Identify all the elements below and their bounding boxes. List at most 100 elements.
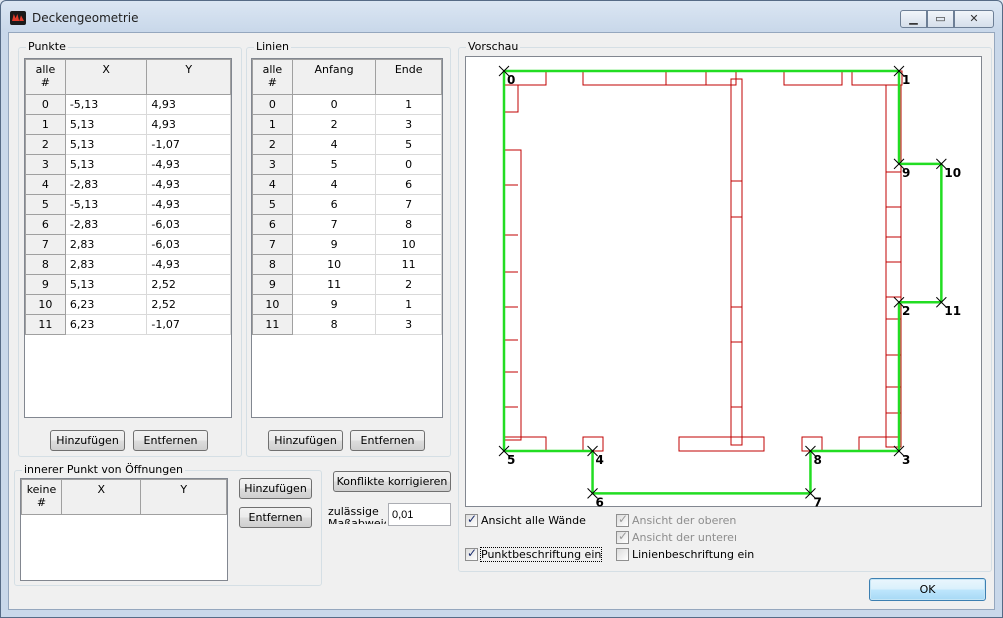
linien-cell[interactable]: 0 — [375, 154, 442, 175]
linien-cell[interactable]: 8 — [375, 214, 442, 235]
linien-row-header[interactable]: 7 — [252, 234, 293, 255]
punkte-col-header[interactable]: Y — [146, 59, 231, 95]
punkte-row[interactable]: 11 6,23 -1,07 — [25, 314, 231, 335]
punkte-cell[interactable]: -6,03 — [146, 234, 231, 255]
linien-cell[interactable]: 10 — [291, 254, 377, 275]
linien-row[interactable]: 8 10 11 — [252, 254, 442, 275]
punkte-row[interactable]: 3 5,13 -4,93 — [25, 154, 231, 175]
linien-row[interactable]: 245 — [252, 134, 442, 155]
punkte-cell[interactable]: -5,13 — [64, 94, 148, 115]
linien-col-header[interactable]: alle # — [252, 59, 293, 95]
linien-col-header[interactable]: Anfang — [291, 59, 377, 95]
linien-cell[interactable]: 4 — [291, 134, 377, 155]
obere-checkbox[interactable]: Ansicht der oberen ar — [616, 512, 736, 528]
punkte-cell[interactable]: 6,23 — [64, 314, 148, 335]
linien-row[interactable]: 7 9 10 — [252, 234, 442, 255]
punkte-cell[interactable]: -1,07 — [146, 134, 231, 155]
linien-cell[interactable]: 3 — [375, 114, 442, 135]
punkte-row-header[interactable]: 1 — [25, 114, 66, 135]
punkte-row-header[interactable]: 4 — [25, 174, 66, 195]
linien-cell[interactable]: 10 — [375, 234, 442, 255]
linien-cell[interactable]: 1 — [375, 294, 442, 315]
punkte-add-button[interactable]: Hinzufügen — [50, 430, 125, 451]
oeffnungen-remove-button[interactable]: Entfernen — [239, 507, 312, 528]
linien-row-header[interactable]: 6 — [252, 214, 293, 235]
linien-cell[interactable]: 9 — [291, 294, 377, 315]
punkte-cell[interactable]: 4,93 — [146, 114, 231, 135]
punkte-cell[interactable]: -4,93 — [146, 254, 231, 275]
linien-row-header[interactable]: 8 — [252, 254, 293, 275]
linien-cell[interactable]: 9 — [291, 234, 377, 255]
untere-checkbox[interactable]: Ansicht der unteren a — [616, 529, 736, 545]
linien-row[interactable]: 001 — [252, 94, 442, 115]
oeffnungen-col-header[interactable]: X — [60, 479, 142, 515]
punkte-row-header[interactable]: 5 — [25, 194, 66, 215]
tolerance-input[interactable] — [388, 503, 451, 526]
punkte-cell[interactable]: -2,83 — [64, 214, 148, 235]
punkte-cell[interactable]: -1,07 — [146, 314, 231, 335]
punkte-cell[interactable]: 2,83 — [64, 254, 148, 275]
oeffnungen-grid[interactable]: keine # X Y — [20, 478, 228, 581]
punkte-row[interactable]: 4 -2,83 -4,93 — [25, 174, 231, 195]
linien-row-header[interactable]: 11 — [252, 314, 293, 335]
preview-canvas[interactable]: 0 1 2 3 4 5 6 7 8 9 10 11 — [465, 56, 982, 509]
linien-add-button[interactable]: Hinzufügen — [268, 430, 343, 451]
linien-grid[interactable]: alle # Anfang Ende 0011232453504465676787… — [251, 58, 443, 418]
linien-cell[interactable]: 6 — [291, 194, 377, 215]
linien-row[interactable]: 446 — [252, 174, 442, 195]
punkte-row-header[interactable]: 2 — [25, 134, 66, 155]
punkte-row[interactable]: 8 2,83 -4,93 — [25, 254, 231, 275]
linien-cell[interactable]: 2 — [375, 274, 442, 295]
punkte-remove-button[interactable]: Entfernen — [133, 430, 208, 451]
linien-cell[interactable]: 3 — [375, 314, 442, 335]
linien-row-header[interactable]: 3 — [252, 154, 293, 175]
punkte-cell[interactable]: 2,52 — [146, 274, 231, 295]
punkte-col-header[interactable]: alle # — [25, 59, 66, 95]
punkte-cell[interactable]: 5,13 — [64, 114, 148, 135]
linien-cell[interactable]: 0 — [291, 94, 377, 115]
minimize-button[interactable]: ▁ — [900, 10, 927, 28]
linien-cell[interactable]: 6 — [375, 174, 442, 195]
punkte-row[interactable]: 6 -2,83 -6,03 — [25, 214, 231, 235]
linien-cell[interactable]: 4 — [291, 174, 377, 195]
linien-row[interactable]: 567 — [252, 194, 442, 215]
linien-cell[interactable]: 11 — [375, 254, 442, 275]
linien-cell[interactable]: 5 — [291, 154, 377, 175]
linien-row-header[interactable]: 0 — [252, 94, 293, 115]
punkte-row[interactable]: 7 2,83 -6,03 — [25, 234, 231, 255]
punkte-cell[interactable]: -4,93 — [146, 174, 231, 195]
punkte-row[interactable]: 0 -5,13 4,93 — [25, 94, 231, 115]
linien-cell[interactable]: 7 — [291, 214, 377, 235]
oeffnungen-add-button[interactable]: Hinzufügen — [239, 478, 312, 499]
konflikte-korrigieren-button[interactable]: Konflikte korrigieren — [333, 471, 451, 492]
title-bar[interactable]: Deckengeometrie ▁ ▭ ✕ — [1, 1, 1002, 33]
punkte-row-header[interactable]: 10 — [25, 294, 66, 315]
punkte-cell[interactable]: 4,93 — [146, 94, 231, 115]
linien-remove-button[interactable]: Entfernen — [350, 430, 425, 451]
punkte-grid[interactable]: alle # X Y 0 -5,13 4,93 1 5,13 4,93 2 5,13 -1,07 3… — [24, 58, 232, 418]
linien-row[interactable]: 350 — [252, 154, 442, 175]
linien-row[interactable]: 11 8 3 — [252, 314, 442, 335]
punkte-cell[interactable]: -2,83 — [64, 174, 148, 195]
punkte-cell[interactable]: -4,93 — [146, 194, 231, 215]
punkte-row[interactable]: 5 -5,13 -4,93 — [25, 194, 231, 215]
punkte-row-header[interactable]: 8 — [25, 254, 66, 275]
linien-cell[interactable]: 2 — [291, 114, 377, 135]
linienbeschriftung-checkbox[interactable]: Linienbeschriftung ein — [616, 546, 754, 562]
punkte-row-header[interactable]: 3 — [25, 154, 66, 175]
punkte-cell[interactable]: 2,52 — [146, 294, 231, 315]
punkte-row[interactable]: 1 5,13 4,93 — [25, 114, 231, 135]
ok-button[interactable]: OK — [869, 578, 986, 601]
linien-row[interactable]: 123 — [252, 114, 442, 135]
linien-cell[interactable]: 7 — [375, 194, 442, 215]
linien-row[interactable]: 10 9 1 — [252, 294, 442, 315]
linien-row[interactable]: 9 11 2 — [252, 274, 442, 295]
linien-row-header[interactable]: 4 — [252, 174, 293, 195]
punkte-cell[interactable]: 6,23 — [64, 294, 148, 315]
punkte-row-header[interactable]: 7 — [25, 234, 66, 255]
linien-cell[interactable]: 1 — [375, 94, 442, 115]
linien-cell[interactable]: 8 — [291, 314, 377, 335]
oeffnungen-col-header[interactable]: keine # — [21, 479, 62, 515]
close-button[interactable]: ✕ — [954, 10, 994, 28]
linien-row-header[interactable]: 5 — [252, 194, 293, 215]
